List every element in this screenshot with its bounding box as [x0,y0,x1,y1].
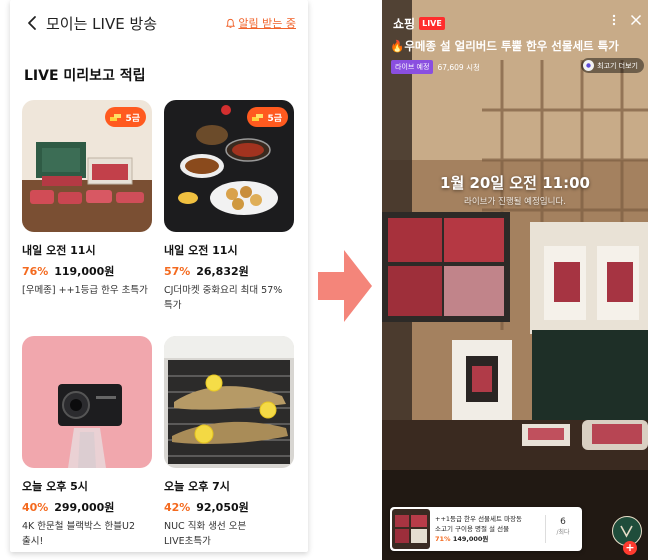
live-thumbnail[interactable] [164,336,294,468]
live-card[interactable]: 5금 내일 오전 11시 76% 119,000원 [우메종] ++1등급 한우… [22,100,152,298]
live-list-screen: 모이는 LIVE 방송 알림 받는 중 LIVE 미리보고 적립 5금 내일 오… [10,0,308,552]
product-info: ++1등급 한우 선물세트 마장동 소고기 구이용 명절 설 선물 71% 14… [435,514,547,544]
live-description: [우메종] ++1등급 한우 초특가 [22,285,148,296]
add-icon[interactable]: + [623,541,637,555]
product-price-row: 71% 149,000원 [435,534,547,544]
view-count: 67,609 시청 [437,62,480,72]
live-card[interactable]: 오늘 오후 7시 42% 92,050원 NUC 직화 생선 오븐 LIVE초특… [164,336,294,549]
live-badge: LIVE [419,17,445,30]
live-start-datetime: 1월 20일 오전 11:00 [440,174,590,192]
product-price: 149,000원 [452,535,489,543]
price-row: 57% 26,832원 [164,263,294,279]
price-row: 42% 92,050원 [164,499,294,515]
shopping-live-logo: 쇼핑 LIVE [393,15,445,32]
live-description: CJ더마켓 중화요리 최대 57% 특가 [164,285,283,311]
live-time: 오늘 오후 5시 [22,480,88,493]
price: 26,832원 [196,265,249,278]
logo-text: 쇼핑 [393,17,416,31]
brand-logo-icon [620,525,633,538]
live-thumbnail[interactable]: 5금 [164,100,294,232]
store-icon [583,60,595,71]
preview-badge: 라이브 예정 [391,60,434,74]
coin-stack-icon [110,113,122,121]
price-row: 76% 119,000원 [22,263,152,279]
live-card[interactable]: 오늘 오후 5시 40% 299,000원 4K 한문철 블랙박스 한블U2 출… [22,336,152,549]
more-products-label: 최고기 더보기 [597,61,638,70]
beef-gift-background-image [382,0,648,560]
alarm-toggle[interactable]: 알림 받는 중 [225,15,296,31]
live-thumbnail[interactable] [22,336,152,468]
badge-label: 5금 [125,113,140,124]
discount-rate: 57% [164,265,191,278]
section-title: LIVE 미리보고 적립 [24,68,146,84]
price: 119,000원 [54,265,115,278]
product-count-value: 6 [560,517,566,527]
close-icon[interactable] [630,14,642,26]
live-schedule-notice: 라이브가 진행될 예정입니다. [464,197,566,207]
discount-rate: 42% [164,501,191,514]
more-products-button[interactable]: 최고기 더보기 [581,58,644,73]
live-card[interactable]: 5금 내일 오전 11시 57% 26,832원 CJ더마켓 중화요리 최대 5… [164,100,294,313]
live-time: 내일 오전 11시 [22,244,96,257]
dashcam-image [22,336,152,468]
discount-rate: 76% [22,265,49,278]
page-title: 모이는 LIVE 방송 [46,15,158,33]
discount-rate: 40% [22,501,49,514]
product-discount: 71% [435,535,451,543]
product-count-unit: /최다 [556,529,570,536]
back-arrow-icon[interactable] [24,14,42,32]
product-count[interactable]: 6 /최다 [550,517,576,536]
grilled-fish-image [164,336,294,468]
live-player-screen: 쇼핑 LIVE 🔥우메종 설 얼리버드 투뿔 한우 선물세트 특가 라이브 예정… [382,0,648,560]
price-row: 40% 299,000원 [22,499,152,515]
player-controls [608,14,642,26]
transition-arrow-icon [318,250,372,322]
divider [545,515,546,543]
gold-badge: 5금 [105,107,146,127]
product-name-line1: ++1등급 한우 선물세트 마장동 [435,515,523,523]
live-meta: 라이브 예정 67,609 시청 [391,60,480,74]
price: 299,000원 [54,501,115,514]
alarm-label: 알림 받는 중 [238,17,296,30]
product-name-line2: 소고기 구이용 명절 설 선물 [435,525,510,533]
live-title: 🔥우메종 설 얼리버드 투뿔 한우 선물세트 특가 [390,39,619,53]
beef-product-image [392,509,430,549]
live-time: 내일 오전 11시 [164,244,238,257]
badge-label: 5금 [267,113,282,124]
live-thumbnail[interactable]: 5금 [22,100,152,232]
live-time: 오늘 오후 7시 [164,480,230,493]
product-bar[interactable]: ++1등급 한우 선물세트 마장동 소고기 구이용 명절 설 선물 71% 14… [390,507,582,551]
bell-icon [226,18,236,28]
live-description: 4K 한문철 블랙박스 한블U2 출시! [22,521,135,547]
price: 92,050원 [196,501,249,514]
more-vertical-icon[interactable] [608,14,620,26]
gold-badge: 5금 [247,107,288,127]
coin-stack-icon [252,113,264,121]
product-thumbnail [392,509,430,549]
header: 모이는 LIVE 방송 알림 받는 중 [10,0,308,48]
live-description: NUC 직화 생선 오븐 LIVE초특가 [164,521,247,547]
